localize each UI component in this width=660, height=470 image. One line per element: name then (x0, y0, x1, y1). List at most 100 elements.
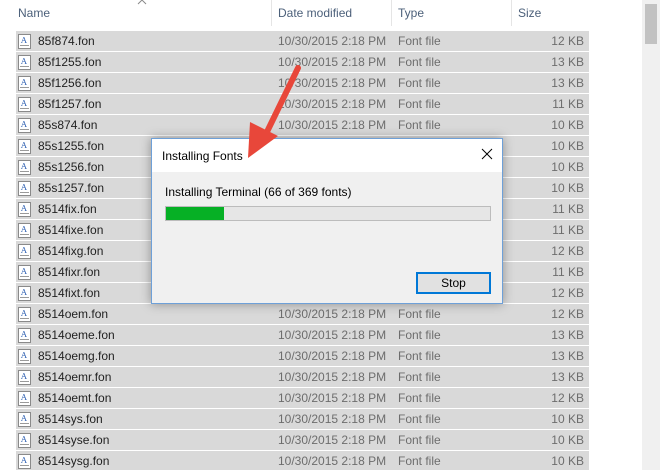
dialog-title: Installing Fonts (162, 149, 243, 163)
file-size: 10 KB (551, 454, 584, 468)
file-name: 85s874.fon (38, 118, 98, 132)
file-type: Font file (398, 328, 441, 342)
font-file-icon (18, 202, 31, 217)
install-status-text: Installing Terminal (66 of 369 fonts) (165, 185, 352, 199)
file-type: Font file (398, 307, 441, 321)
file-name: 8514sysg.fon (38, 454, 110, 468)
file-type: Font file (398, 34, 441, 48)
file-type: Font file (398, 433, 441, 447)
file-type: Font file (398, 97, 441, 111)
file-date: 10/30/2015 2:18 PM (278, 97, 387, 111)
font-file-icon (18, 244, 31, 259)
font-file-icon (18, 181, 31, 196)
file-name: 8514syse.fon (38, 433, 110, 447)
progress-fill (166, 207, 224, 220)
file-name: 8514fix.fon (38, 202, 97, 216)
file-date: 10/30/2015 2:18 PM (278, 433, 387, 447)
column-date-header[interactable]: Date modified (272, 0, 392, 26)
file-row[interactable]: 85f1257.fon 10/30/2015 2:18 PM Font file 11… (16, 94, 589, 114)
file-name: 85s1255.fon (38, 139, 105, 153)
font-file-icon (18, 328, 31, 343)
file-row[interactable]: 85s874.fon 10/30/2015 2:18 PM Font file 10 … (16, 115, 589, 135)
font-file-icon (18, 433, 31, 448)
file-date: 10/30/2015 2:18 PM (278, 349, 387, 363)
file-size: 13 KB (551, 76, 584, 90)
file-row[interactable]: 8514oemt.fon 10/30/2015 2:18 PM Font file 1… (16, 388, 589, 408)
column-size-header[interactable]: Size (512, 0, 592, 26)
file-size: 10 KB (551, 433, 584, 447)
file-size: 10 KB (551, 118, 584, 132)
file-row[interactable]: 8514sysg.fon 10/30/2015 2:18 PM Font file 1… (16, 451, 589, 470)
file-size: 12 KB (551, 391, 584, 405)
font-file-icon (18, 160, 31, 175)
file-size: 11 KB (552, 202, 584, 216)
vertical-scrollbar[interactable] (642, 0, 660, 470)
file-row[interactable]: 85f874.fon 10/30/2015 2:18 PM Font file 12 … (16, 31, 589, 51)
file-name: 8514oemr.fon (38, 370, 112, 384)
close-icon (481, 148, 493, 160)
file-name: 8514oem.fon (38, 307, 109, 321)
font-file-icon (18, 391, 31, 406)
font-file-icon (18, 139, 31, 154)
file-size: 10 KB (551, 160, 584, 174)
file-name: 85s1257.fon (38, 181, 105, 195)
file-type: Font file (398, 118, 441, 132)
file-size: 10 KB (551, 412, 584, 426)
font-file-icon (18, 55, 31, 70)
file-name: 85f1257.fon (38, 97, 102, 111)
file-name: 8514oeme.fon (38, 328, 115, 342)
file-size: 12 KB (551, 34, 584, 48)
font-file-icon (18, 412, 31, 427)
file-size: 11 KB (552, 265, 584, 279)
file-size: 13 KB (551, 55, 584, 69)
scrollbar-thumb[interactable] (645, 4, 657, 44)
file-name: 85f874.fon (38, 34, 95, 48)
file-type: Font file (398, 349, 441, 363)
file-date: 10/30/2015 2:18 PM (278, 370, 387, 384)
file-date: 10/30/2015 2:18 PM (278, 307, 387, 321)
font-file-icon (18, 286, 31, 301)
file-date: 10/30/2015 2:18 PM (278, 34, 387, 48)
install-progress-bar (165, 206, 491, 221)
file-date: 10/30/2015 2:18 PM (278, 391, 387, 405)
font-file-icon (18, 349, 31, 364)
file-row[interactable]: 8514oem.fon 10/30/2015 2:18 PM Font file 12… (16, 304, 589, 324)
file-type: Font file (398, 370, 441, 384)
file-row[interactable]: 8514syse.fon 10/30/2015 2:18 PM Font file 1… (16, 430, 589, 450)
file-type: Font file (398, 412, 441, 426)
column-type-header[interactable]: Type (392, 0, 512, 26)
file-name: 8514oemg.fon (38, 349, 115, 363)
file-row[interactable]: 85f1256.fon 10/30/2015 2:18 PM Font file 13… (16, 73, 589, 93)
file-size: 10 KB (551, 181, 584, 195)
dialog-body: Installing Terminal (66 of 369 fonts) St… (152, 172, 502, 303)
file-date: 10/30/2015 2:18 PM (278, 454, 387, 468)
close-button[interactable] (472, 139, 502, 169)
file-date: 10/30/2015 2:18 PM (278, 118, 387, 132)
font-file-icon (18, 223, 31, 238)
file-size: 13 KB (551, 370, 584, 384)
file-date: 10/30/2015 2:18 PM (278, 55, 387, 69)
file-size: 12 KB (551, 307, 584, 321)
file-size: 11 KB (552, 97, 584, 111)
file-size: 13 KB (551, 349, 584, 363)
file-name: 8514fixr.fon (38, 265, 101, 279)
font-file-icon (18, 307, 31, 322)
file-size: 11 KB (552, 223, 584, 237)
file-name: 8514fixg.fon (38, 244, 104, 258)
file-type: Font file (398, 76, 441, 90)
file-row[interactable]: 8514oeme.fon 10/30/2015 2:18 PM Font file 1… (16, 325, 589, 345)
font-file-icon (18, 454, 31, 469)
file-row[interactable]: 8514oemr.fon 10/30/2015 2:18 PM Font file 1… (16, 367, 589, 387)
font-file-icon (18, 97, 31, 112)
dialog-titlebar[interactable]: Installing Fonts (152, 139, 502, 172)
font-file-icon (18, 265, 31, 280)
file-name: 8514oemt.fon (38, 391, 112, 405)
file-size: 12 KB (551, 244, 584, 258)
file-date: 10/30/2015 2:18 PM (278, 328, 387, 342)
file-row[interactable]: 8514sys.fon 10/30/2015 2:18 PM Font file 10… (16, 409, 589, 429)
file-row[interactable]: 8514oemg.fon 10/30/2015 2:18 PM Font file 1… (16, 346, 589, 366)
font-file-icon (18, 370, 31, 385)
file-row[interactable]: 85f1255.fon 10/30/2015 2:18 PM Font file 13… (16, 52, 589, 72)
stop-button[interactable]: Stop (416, 272, 491, 294)
file-date: 10/30/2015 2:18 PM (278, 76, 387, 90)
